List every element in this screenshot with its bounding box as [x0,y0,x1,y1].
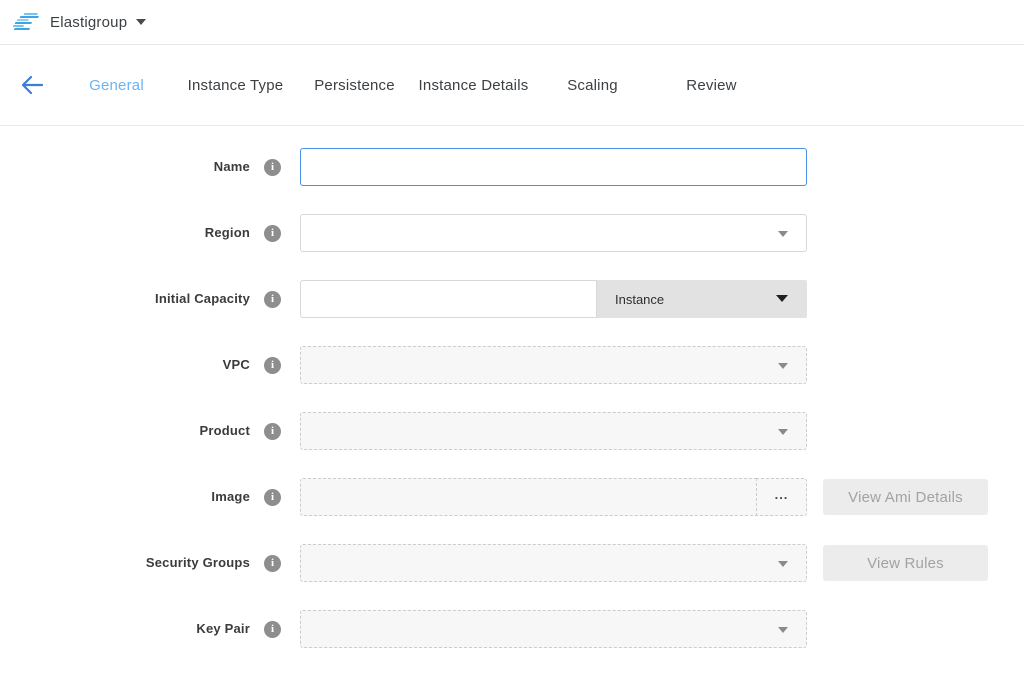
vpc-select [300,346,807,384]
region-label: Region [205,225,250,240]
form-row-initial-capacity: Initial Capacity i Instance [0,280,1024,318]
tab-review[interactable]: Review [652,77,771,94]
back-arrow-button[interactable] [19,72,45,98]
initial-capacity-label: Initial Capacity [155,291,250,306]
region-select[interactable] [300,214,807,252]
form-row-vpc: VPC i [0,346,1024,384]
back-arrow-icon [21,76,43,94]
top-bar: Elastigroup [0,0,1024,45]
chevron-down-icon [778,627,788,633]
name-input[interactable] [300,148,807,186]
chevron-down-icon [778,561,788,567]
general-settings-form: Name i Region i Initial Capacity i Insta… [0,126,1024,648]
name-label: Name [214,159,250,174]
wizard-tab-bar: General Instance Type Persistence Instan… [0,45,1024,126]
chevron-down-icon [776,295,788,302]
info-icon[interactable]: i [264,225,281,242]
wizard-tabs: General Instance Type Persistence Instan… [57,77,771,94]
info-icon[interactable]: i [264,291,281,308]
capacity-unit-value: Instance [615,292,664,307]
elastigroup-logo-icon [11,13,43,32]
tab-instance-details[interactable]: Instance Details [414,77,533,94]
form-row-key-pair: Key Pair i [0,610,1024,648]
chevron-down-icon[interactable] [136,19,146,25]
chevron-down-icon [778,429,788,435]
security-groups-label: Security Groups [146,555,250,570]
form-row-product: Product i [0,412,1024,450]
view-ami-details-button[interactable]: View Ami Details [823,479,988,515]
info-icon[interactable]: i [264,423,281,440]
view-rules-button[interactable]: View Rules [823,545,988,581]
image-label: Image [211,489,250,504]
key-pair-select [300,610,807,648]
info-icon[interactable]: i [264,357,281,374]
tab-scaling[interactable]: Scaling [533,77,652,94]
chevron-down-icon [778,363,788,369]
form-row-security-groups: Security Groups i View Rules [0,544,1024,582]
tab-instance-type[interactable]: Instance Type [176,77,295,94]
app-switcher-label[interactable]: Elastigroup [50,14,127,31]
info-icon[interactable]: i [264,621,281,638]
security-groups-select [300,544,807,582]
tab-persistence[interactable]: Persistence [295,77,414,94]
product-select [300,412,807,450]
info-icon[interactable]: i [264,489,281,506]
product-label: Product [199,423,250,438]
tab-general[interactable]: General [57,77,176,94]
info-icon[interactable]: i [264,555,281,572]
form-row-image: Image i ... View Ami Details [0,478,1024,516]
key-pair-label: Key Pair [196,621,250,636]
form-row-region: Region i [0,214,1024,252]
chevron-down-icon [778,231,788,237]
initial-capacity-input[interactable] [300,280,597,318]
image-browse-button: ... [756,478,807,516]
capacity-unit-select[interactable]: Instance [597,280,807,318]
info-icon[interactable]: i [264,159,281,176]
image-input [300,478,757,516]
form-row-name: Name i [0,148,1024,186]
vpc-label: VPC [223,357,250,372]
